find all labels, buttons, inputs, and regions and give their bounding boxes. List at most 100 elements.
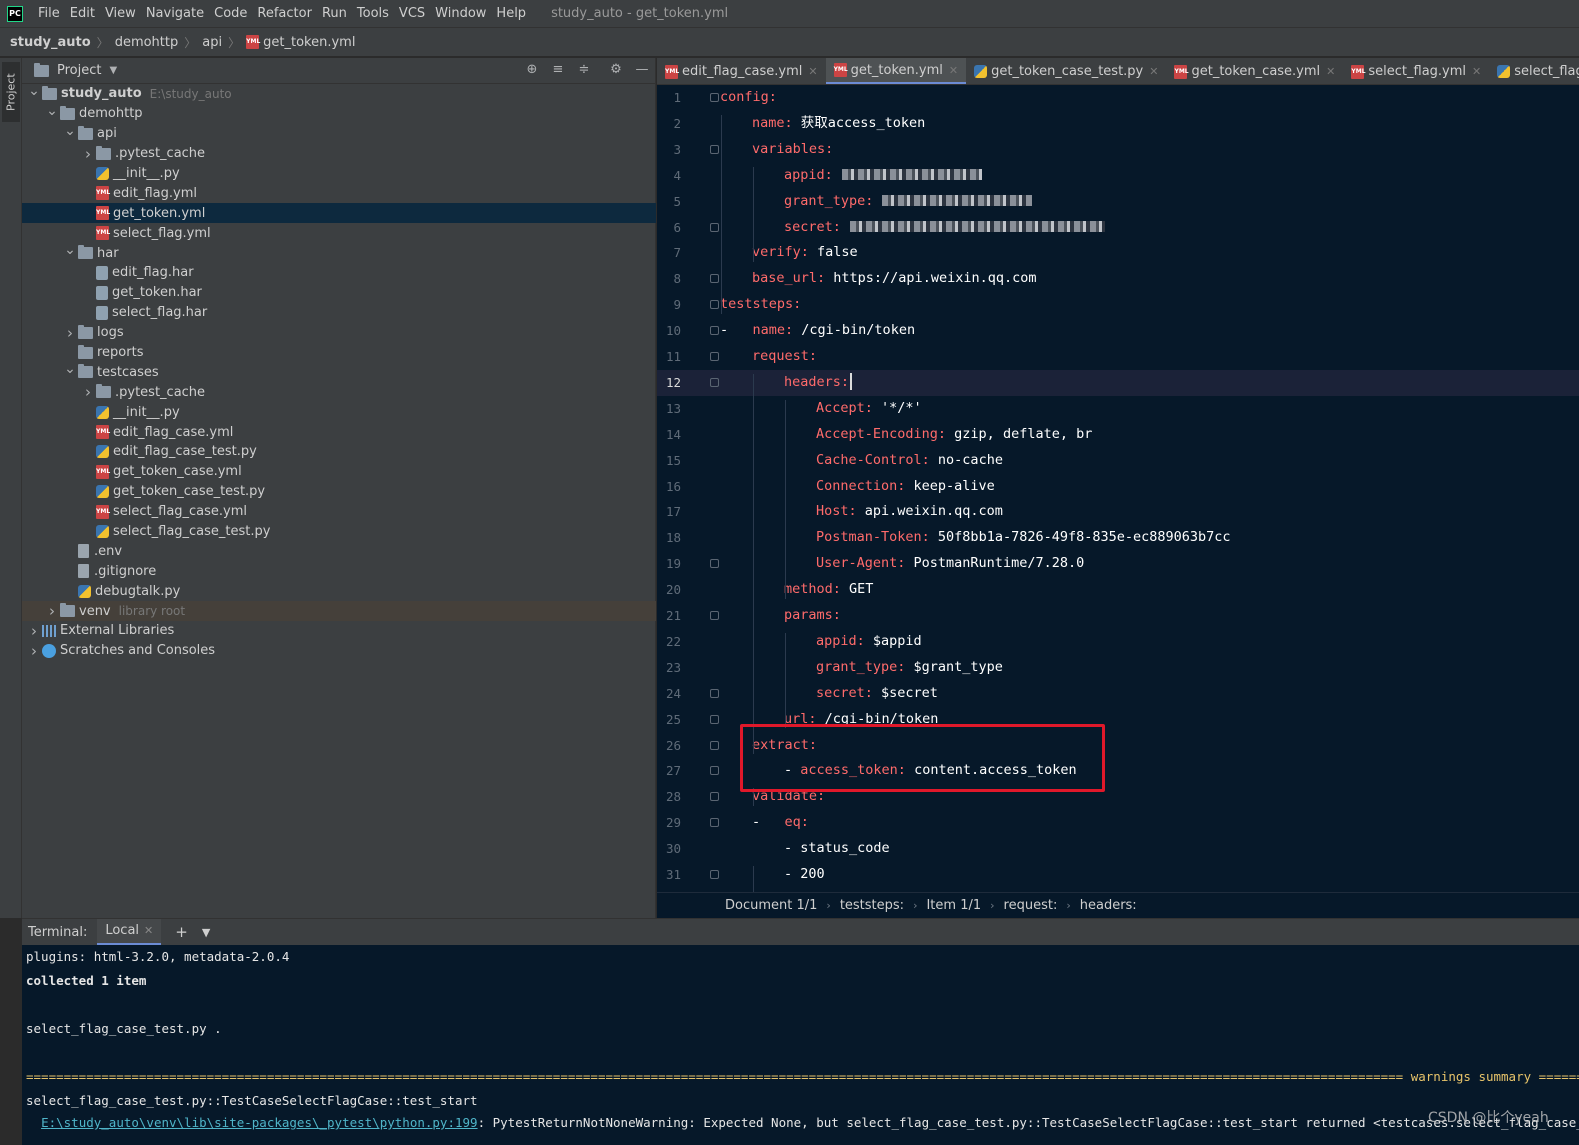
chevron-right-icon[interactable]: ›: [80, 145, 96, 163]
chevron-down-icon[interactable]: ⌄: [26, 83, 42, 99]
menu-navigate[interactable]: Navigate: [141, 6, 209, 21]
code-editor[interactable]: 1 config: 2 name: 获取access_token 3 variables:…: [657, 85, 1579, 892]
fold-marker-icon[interactable]: [710, 688, 719, 698]
fold-marker-icon[interactable]: [710, 222, 719, 232]
tree-item[interactable]: YML get_token_case.yml: [22, 462, 656, 482]
tree-item[interactable]: YML select_flag.yml: [22, 223, 656, 243]
menu-view[interactable]: View: [100, 6, 141, 21]
expand-all-icon[interactable]: ≡: [550, 62, 566, 78]
breadcrumb-item[interactable]: get_token.yml: [263, 35, 355, 50]
fold-marker-icon[interactable]: [710, 818, 719, 828]
menu-tools[interactable]: Tools: [352, 6, 394, 21]
structure-crumb[interactable]: Item 1/1: [926, 898, 981, 913]
gear-icon[interactable]: ⚙: [608, 62, 624, 78]
chevron-down-icon[interactable]: ⌄: [62, 361, 78, 377]
chevron-right-icon[interactable]: ›: [26, 622, 42, 640]
tree-item[interactable]: YML get_token.yml: [22, 203, 656, 224]
tree-item[interactable]: › .pytest_cache: [22, 144, 656, 164]
tree-item[interactable]: › .pytest_cache: [22, 382, 656, 402]
tree-item[interactable]: ⌄ testcases: [22, 361, 656, 382]
fold-marker-icon[interactable]: [710, 300, 719, 310]
menu-edit[interactable]: Edit: [65, 6, 100, 21]
tree-item[interactable]: › venv library root: [22, 601, 656, 622]
tree-item[interactable]: .env: [22, 541, 656, 561]
fold-marker-icon[interactable]: [710, 870, 719, 879]
close-icon[interactable]: ✕: [808, 65, 817, 78]
tree-item[interactable]: ⌄ api: [22, 123, 656, 144]
menu-window[interactable]: Window: [430, 6, 491, 21]
tree-item[interactable]: › Scratches and Consoles: [22, 641, 656, 661]
chevron-down-icon[interactable]: ▼: [202, 926, 210, 939]
close-icon[interactable]: ✕: [144, 924, 153, 937]
tree-item[interactable]: edit_flag_case_test.py: [22, 442, 656, 462]
fold-marker-icon[interactable]: [710, 93, 719, 102]
fold-marker-icon[interactable]: [710, 766, 719, 776]
tree-item[interactable]: ⌄ study_auto E:\study_auto: [22, 83, 656, 104]
breadcrumb-item[interactable]: study_auto: [10, 35, 91, 50]
fold-marker-icon[interactable]: [710, 559, 719, 569]
menu-vcs[interactable]: VCS: [394, 6, 430, 21]
plus-icon[interactable]: +: [175, 923, 188, 941]
editor-tab[interactable]: select_flag_case_test.py: [1489, 58, 1579, 84]
chevron-down-icon[interactable]: ⌄: [62, 123, 78, 139]
breadcrumb-item[interactable]: api: [202, 35, 222, 50]
tree-item[interactable]: reports: [22, 343, 656, 363]
locate-icon[interactable]: ⊕: [524, 62, 540, 78]
fold-marker-icon[interactable]: [710, 326, 719, 336]
hide-icon[interactable]: —: [634, 62, 650, 78]
chevron-down-icon[interactable]: ▼: [109, 65, 117, 76]
close-icon[interactable]: ✕: [949, 64, 958, 77]
tree-item[interactable]: › logs: [22, 323, 656, 343]
tree-item[interactable]: ⌄ har: [22, 242, 656, 263]
tree-item[interactable]: select_flag.har: [22, 303, 656, 323]
chevron-right-icon[interactable]: ›: [44, 602, 60, 620]
menu-refactor[interactable]: Refactor: [252, 6, 317, 21]
tree-item[interactable]: __init__.py: [22, 164, 656, 184]
structure-crumb[interactable]: Document 1/1: [725, 898, 817, 913]
editor-tab[interactable]: YML get_token.yml ✕: [825, 58, 967, 84]
tree-item[interactable]: .gitignore: [22, 561, 656, 581]
close-icon[interactable]: ✕: [1326, 65, 1335, 78]
close-icon[interactable]: ✕: [1472, 65, 1481, 78]
chevron-right-icon[interactable]: ›: [62, 324, 78, 342]
close-icon[interactable]: ✕: [1149, 65, 1158, 78]
tree-item[interactable]: YML edit_flag_case.yml: [22, 422, 656, 442]
menu-help[interactable]: Help: [491, 6, 531, 21]
tree-item[interactable]: YML select_flag_case.yml: [22, 502, 656, 522]
tree-item[interactable]: __init__.py: [22, 402, 656, 422]
terminal-output[interactable]: plugins: html-3.2.0, metadata-2.0.4 colle…: [22, 945, 1579, 1145]
menu-file[interactable]: File: [33, 6, 65, 21]
structure-crumb[interactable]: headers:: [1080, 898, 1137, 913]
fold-marker-icon[interactable]: [710, 144, 719, 154]
tree-item[interactable]: edit_flag.har: [22, 263, 656, 283]
tree-item[interactable]: select_flag_case_test.py: [22, 522, 656, 542]
editor-tab[interactable]: YML get_token_case.yml ✕: [1166, 58, 1343, 84]
project-tool-tab[interactable]: Project: [2, 62, 20, 122]
fold-marker-icon[interactable]: [710, 274, 719, 284]
structure-crumb[interactable]: request:: [1004, 898, 1058, 913]
chevron-down-icon[interactable]: ⌄: [62, 242, 78, 258]
fold-marker-icon[interactable]: [710, 377, 719, 387]
fold-marker-icon[interactable]: [710, 714, 719, 724]
editor-tab[interactable]: YML select_flag.yml ✕: [1343, 58, 1489, 84]
warning-source-link[interactable]: E:\study_auto\venv\lib\site-packages\_py…: [41, 1115, 478, 1130]
tree-item[interactable]: › External Libraries: [22, 621, 656, 641]
tree-item[interactable]: debugtalk.py: [22, 581, 656, 601]
breadcrumb-item[interactable]: demohttp: [115, 35, 179, 50]
structure-crumb[interactable]: teststeps:: [840, 898, 904, 913]
fold-marker-icon[interactable]: [710, 740, 719, 750]
fold-marker-icon[interactable]: [710, 352, 719, 361]
collapse-all-icon[interactable]: ≑: [576, 62, 592, 78]
terminal-tab-local[interactable]: Local ✕: [97, 918, 162, 946]
chevron-down-icon[interactable]: ⌄: [44, 103, 60, 119]
project-panel-title[interactable]: Project: [57, 63, 101, 78]
tree-item[interactable]: ⌄ demohttp: [22, 103, 656, 124]
editor-tab[interactable]: YML edit_flag_case.yml ✕: [657, 58, 826, 84]
tree-item[interactable]: YML edit_flag.yml: [22, 183, 656, 203]
tree-item[interactable]: get_token.har: [22, 283, 656, 303]
editor-tab[interactable]: get_token_case_test.py ✕: [966, 58, 1166, 84]
chevron-right-icon[interactable]: ›: [80, 383, 96, 401]
fold-marker-icon[interactable]: [710, 792, 719, 802]
fold-marker-icon[interactable]: [710, 611, 719, 620]
menu-run[interactable]: Run: [317, 6, 352, 21]
